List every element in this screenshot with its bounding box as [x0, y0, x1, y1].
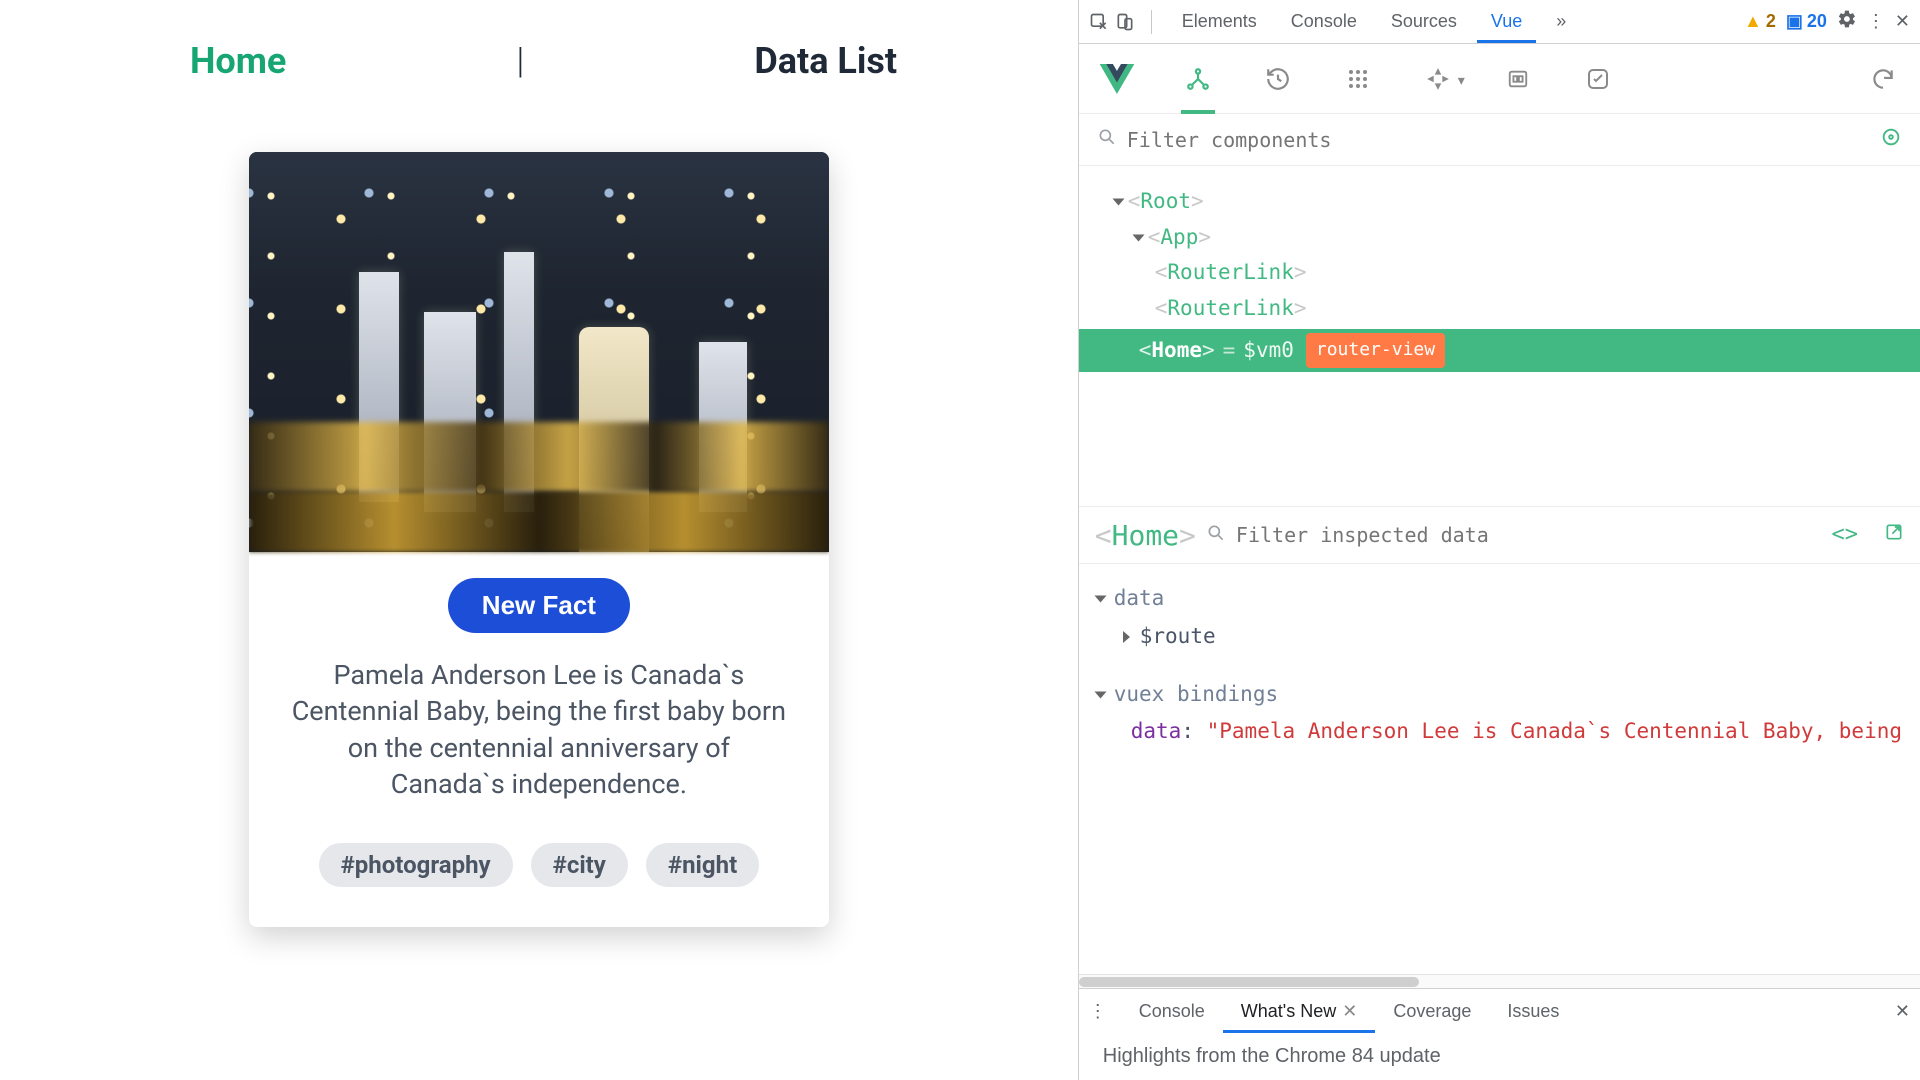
- tree-node-routerlink-1[interactable]: <RouterLink>: [1095, 255, 1904, 291]
- tag-photography[interactable]: #photography: [319, 843, 513, 887]
- devtools-topbar: Elements Console Sources Vue » ▲ 2 ▣ 20 …: [1079, 0, 1920, 44]
- tag-list: #photography #city #night: [289, 843, 789, 887]
- close-devtools-icon[interactable]: ✕: [1895, 11, 1910, 32]
- tag-night[interactable]: #night: [646, 843, 759, 887]
- section-vuex-bindings[interactable]: vuex bindings: [1097, 676, 1902, 714]
- routing-icon[interactable]: [1501, 62, 1535, 96]
- select-target-icon[interactable]: [1880, 126, 1902, 153]
- fact-text: Pamela Anderson Lee is Canada`s Centenni…: [289, 657, 789, 803]
- devtools-pane: Elements Console Sources Vue » ▲ 2 ▣ 20 …: [1078, 0, 1920, 1080]
- tree-node-home-selected[interactable]: <Home> =$vm0 router-view: [1079, 329, 1920, 373]
- inspector-body: data $route vuex bindings data: "Pamela …: [1079, 564, 1920, 974]
- drawer-menu-icon[interactable]: ⋮: [1089, 1001, 1107, 1022]
- vuex-icon[interactable]: [1341, 62, 1375, 96]
- open-in-editor-icon[interactable]: <>: [1832, 522, 1859, 548]
- close-drawer-icon[interactable]: ✕: [1895, 1001, 1910, 1022]
- inspector-h-scrollbar[interactable]: [1079, 974, 1920, 988]
- message-icon: ▣: [1786, 11, 1803, 32]
- performance-icon[interactable]: [1581, 62, 1615, 96]
- history-icon[interactable]: [1261, 62, 1295, 96]
- card-image: [249, 152, 829, 552]
- nav-link-data-list[interactable]: Data List: [754, 40, 897, 82]
- app-pane: Home | Data List New Fact Pamela Anderso…: [0, 0, 1078, 1080]
- drawer-tab-coverage[interactable]: Coverage: [1375, 989, 1489, 1033]
- section-data[interactable]: data: [1097, 580, 1902, 618]
- inspect-element-icon[interactable]: [1089, 12, 1109, 32]
- warnings-badge[interactable]: ▲ 2: [1744, 11, 1776, 32]
- vuex-binding-data[interactable]: data: "Pamela Anderson Lee is Canada`s C…: [1097, 713, 1902, 751]
- tree-node-routerlink-2[interactable]: <RouterLink>: [1095, 291, 1904, 327]
- component-filter-input[interactable]: [1127, 128, 1870, 152]
- drawer-tab-console[interactable]: Console: [1121, 989, 1223, 1033]
- drawer-tab-issues[interactable]: Issues: [1489, 989, 1577, 1033]
- warning-icon: ▲: [1744, 11, 1762, 32]
- app-nav: Home | Data List: [60, 40, 1018, 82]
- refresh-icon[interactable]: [1866, 62, 1900, 96]
- tab-elements[interactable]: Elements: [1168, 0, 1271, 43]
- tree-node-root[interactable]: <Root>: [1095, 184, 1904, 220]
- tab-console[interactable]: Console: [1277, 0, 1371, 43]
- vue-logo-icon: [1099, 64, 1135, 94]
- fact-card: New Fact Pamela Anderson Lee is Canada`s…: [249, 152, 829, 927]
- vue-toolbar: ▾: [1079, 44, 1920, 114]
- settings-icon[interactable]: [1837, 9, 1857, 34]
- component-tree: <Root> <App> <RouterLink> <RouterLink> <…: [1079, 166, 1920, 506]
- tabs-overflow[interactable]: »: [1542, 0, 1580, 43]
- device-toolbar-icon[interactable]: [1115, 12, 1135, 32]
- drawer-tab-whats-new[interactable]: What's New✕: [1223, 989, 1376, 1033]
- kebab-menu-icon[interactable]: ⋮: [1867, 11, 1885, 32]
- inspector-route[interactable]: $route: [1097, 618, 1902, 656]
- popout-icon[interactable]: [1884, 522, 1904, 548]
- router-view-chip: router-view: [1306, 333, 1445, 368]
- inspector-breadcrumb: <Home>: [1095, 519, 1196, 552]
- component-filter-bar: [1079, 114, 1920, 166]
- search-icon: [1097, 127, 1117, 152]
- devtools-drawer: ⋮ Console What's New✕ Coverage Issues ✕ …: [1079, 988, 1920, 1080]
- nav-separator: |: [516, 40, 524, 82]
- tag-city[interactable]: #city: [531, 843, 628, 887]
- new-fact-button[interactable]: New Fact: [448, 578, 630, 633]
- search-icon: [1206, 523, 1226, 548]
- tab-sources[interactable]: Sources: [1377, 0, 1471, 43]
- messages-badge[interactable]: ▣ 20: [1786, 11, 1827, 32]
- tab-vue[interactable]: Vue: [1477, 0, 1536, 43]
- components-tab-icon[interactable]: [1181, 44, 1215, 114]
- card-body: New Fact Pamela Anderson Lee is Canada`s…: [249, 552, 829, 927]
- inspector-filter-input[interactable]: [1236, 523, 1822, 547]
- nav-link-home[interactable]: Home: [190, 40, 286, 82]
- inspector-header: <Home> <>: [1079, 506, 1920, 564]
- close-tab-icon[interactable]: ✕: [1342, 1001, 1357, 1022]
- tree-node-app[interactable]: <App>: [1095, 220, 1904, 256]
- events-icon[interactable]: ▾: [1421, 62, 1455, 96]
- drawer-body: Highlights from the Chrome 84 update: [1079, 1033, 1920, 1080]
